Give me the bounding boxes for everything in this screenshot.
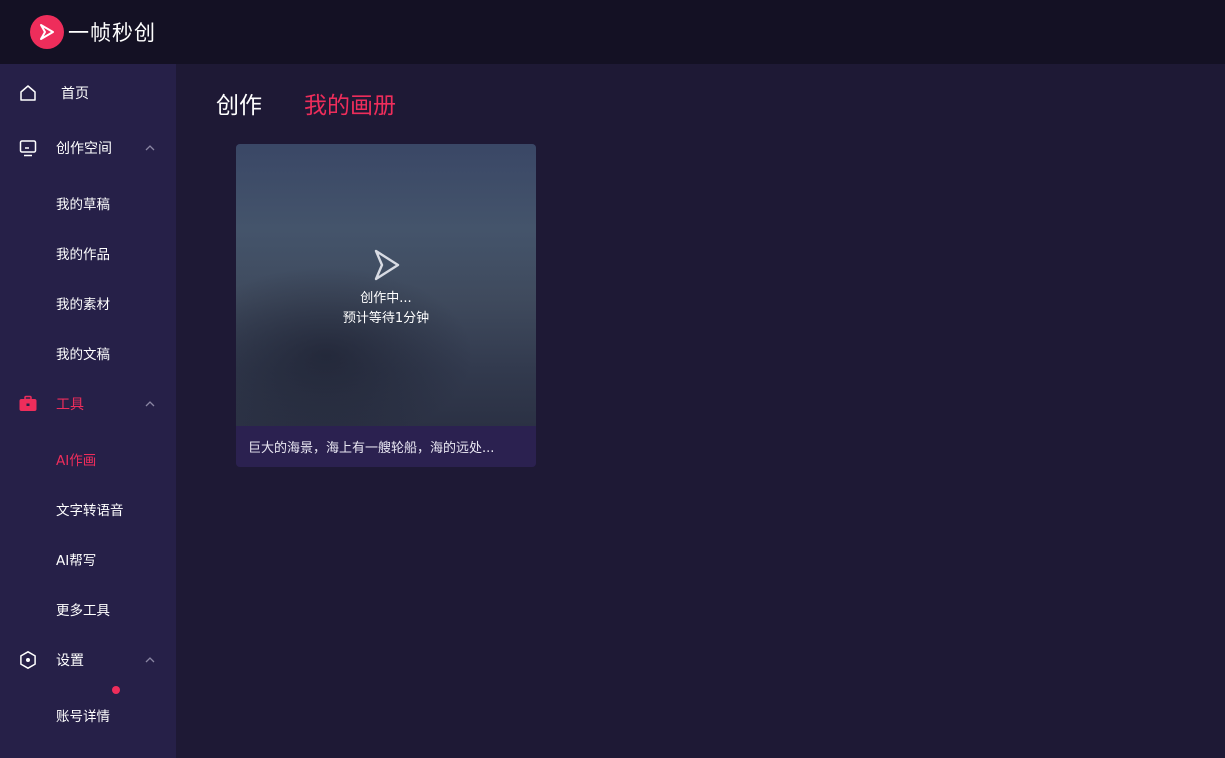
wait-time-text: 预计等待1分钟 bbox=[342, 311, 430, 326]
sidebar-item-label: 更多工具 bbox=[56, 603, 110, 619]
sidebar-item-label: 我的草稿 bbox=[56, 197, 110, 213]
sidebar-item-works[interactable]: 我的作品 bbox=[0, 235, 176, 271]
sidebar-item-more-tools[interactable]: 更多工具 bbox=[0, 591, 176, 627]
status-text: 创作中... bbox=[360, 291, 412, 306]
sidebar-item-label: AI作画 bbox=[56, 453, 97, 469]
sidebar-item-tools[interactable]: 工具 bbox=[0, 384, 176, 424]
sidebar-item-label: 工具 bbox=[56, 397, 84, 413]
app-logo[interactable]: 一帧秒创 bbox=[30, 15, 156, 49]
tab-my-album[interactable]: 我的画册 bbox=[304, 86, 396, 120]
chevron-up-icon[interactable] bbox=[144, 654, 156, 666]
play-triangle-icon bbox=[374, 249, 400, 281]
sidebar-item-label: 首页 bbox=[61, 86, 89, 102]
top-bar: 一帧秒创 bbox=[0, 0, 1225, 64]
card-thumbnail: 创作中... 预计等待1分钟 bbox=[236, 144, 536, 426]
settings-hex-icon bbox=[18, 650, 38, 670]
sidebar-item-workspace[interactable]: 创作空间 bbox=[0, 128, 176, 168]
gallery-card[interactable]: 创作中... 预计等待1分钟 巨大的海景，海上有一艘轮船，海的远处... bbox=[236, 144, 536, 467]
sidebar-item-documents[interactable]: 我的文稿 bbox=[0, 335, 176, 371]
sidebar-item-materials[interactable]: 我的素材 bbox=[0, 285, 176, 321]
monitor-icon bbox=[18, 138, 38, 158]
generation-status: 创作中... 预计等待1分钟 bbox=[236, 289, 536, 329]
sidebar-item-account-details[interactable]: 账号详情 bbox=[0, 697, 176, 733]
chevron-up-icon[interactable] bbox=[144, 398, 156, 410]
sidebar-item-label: 我的文稿 bbox=[56, 347, 110, 363]
chevron-up-icon[interactable] bbox=[144, 142, 156, 154]
sidebar-item-label: AI帮写 bbox=[56, 553, 97, 569]
sidebar-item-label: 我的素材 bbox=[56, 297, 110, 313]
sidebar-item-ai-writing[interactable]: AI帮写 bbox=[0, 541, 176, 577]
sidebar-item-home[interactable]: 首页 bbox=[0, 73, 176, 113]
sidebar: 首页 创作空间 我的草稿 我的作品 我的素材 我的文稿 工具 AI作画 文字转语… bbox=[0, 64, 176, 758]
sidebar-item-label: 设置 bbox=[56, 653, 84, 669]
notification-dot bbox=[112, 686, 120, 694]
sidebar-item-drafts[interactable]: 我的草稿 bbox=[0, 185, 176, 221]
app-name: 一帧秒创 bbox=[68, 21, 156, 45]
sidebar-item-label: 文字转语音 bbox=[56, 503, 124, 519]
sidebar-item-text-to-speech[interactable]: 文字转语音 bbox=[0, 491, 176, 527]
toolbox-icon bbox=[18, 394, 38, 414]
sidebar-item-label: 我的作品 bbox=[56, 247, 110, 263]
sidebar-item-ai-painting[interactable]: AI作画 bbox=[0, 441, 176, 477]
home-icon bbox=[18, 83, 38, 103]
card-caption: 巨大的海景，海上有一艘轮船，海的远处... bbox=[236, 426, 536, 467]
tab-create[interactable]: 创作 bbox=[216, 86, 262, 120]
play-triangle-icon bbox=[30, 15, 64, 49]
sidebar-item-label: 创作空间 bbox=[56, 141, 112, 157]
sidebar-item-settings[interactable]: 设置 bbox=[0, 640, 176, 680]
sidebar-item-label: 账号详情 bbox=[56, 709, 110, 725]
